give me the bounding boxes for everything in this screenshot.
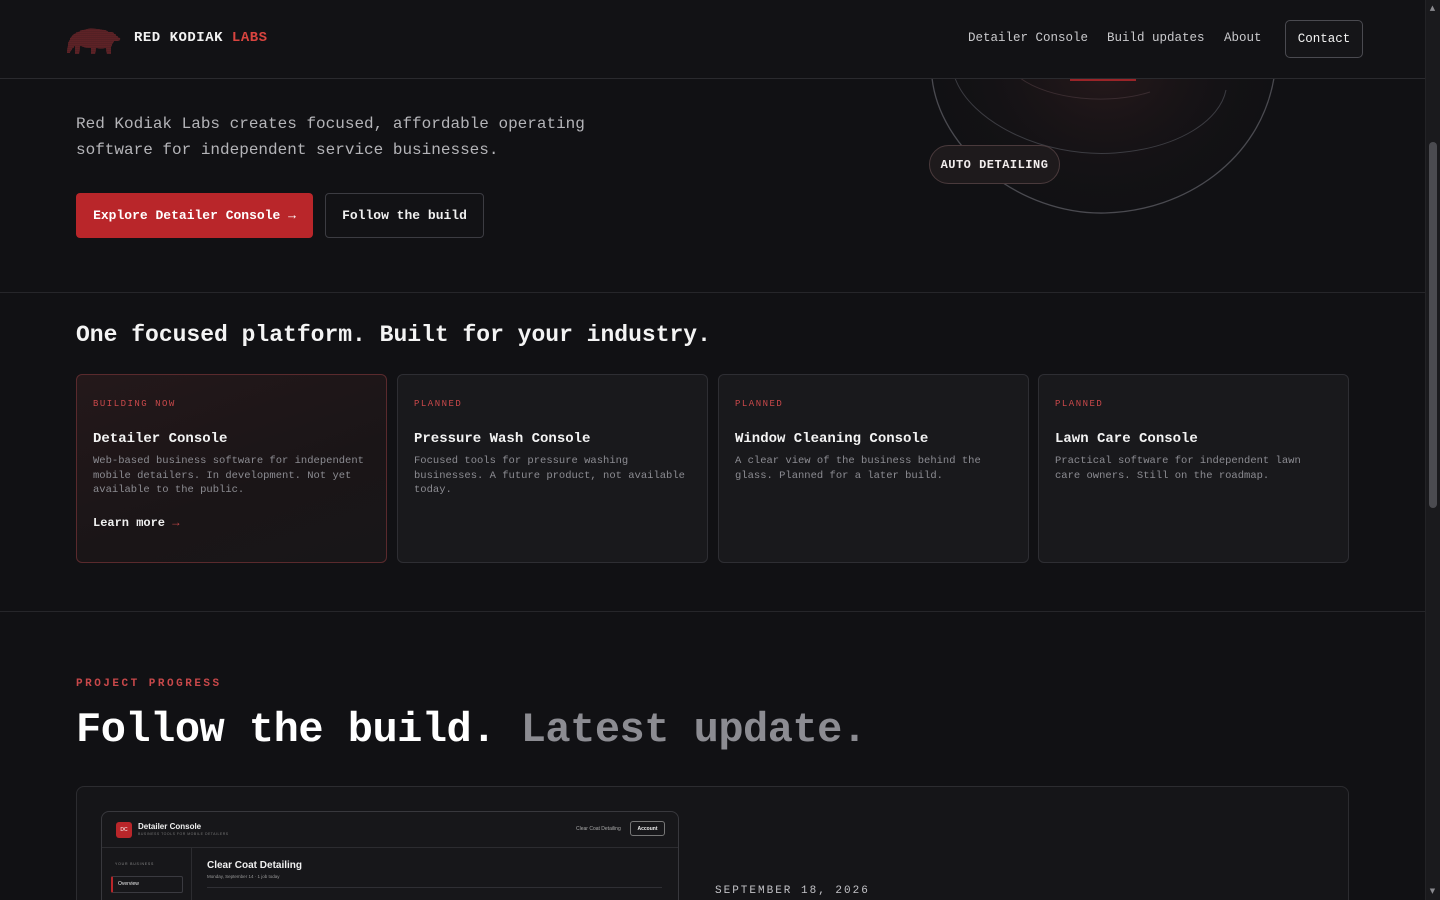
card-title: Lawn Care Console xyxy=(1055,431,1198,447)
preview-sidebar-overview: Overview xyxy=(111,876,183,893)
section-divider xyxy=(0,292,1425,293)
contact-button[interactable]: Contact xyxy=(1285,20,1363,58)
card-title: Pressure Wash Console xyxy=(414,431,591,447)
card-window-cleaning-console: PLANNED Window Cleaning Console A clear … xyxy=(718,374,1029,563)
nav-about[interactable]: About xyxy=(1224,31,1262,45)
heading-muted: Latest update. xyxy=(520,706,867,754)
card-lawn-care-console: PLANNED Lawn Care Console Practical soft… xyxy=(1038,374,1349,563)
brand-main: RED KODIAK xyxy=(134,30,224,46)
preview-app-logo: DC xyxy=(116,822,132,838)
card-status-tag: PLANNED xyxy=(1055,399,1104,409)
scroll-up-icon[interactable]: ▲ xyxy=(1426,2,1439,14)
card-description: Web-based business software for independ… xyxy=(93,455,364,496)
preview-sidebar-label: YOUR BUSINESS xyxy=(115,862,155,866)
brand-accent: LABS xyxy=(231,30,268,46)
preview-main-date: Monday, September 14 · 1 job today xyxy=(207,874,280,879)
preview-app-subtitle: BUSINESS TOOLS FOR MOBILE DETAILERS xyxy=(138,832,229,836)
card-status-tag: PLANNED xyxy=(735,399,784,409)
auto-detailing-pill: AUTO DETAILING xyxy=(929,145,1060,184)
hero-description: Red Kodiak Labs creates focused, afforda… xyxy=(76,111,636,163)
scroll-down-icon[interactable]: ▼ xyxy=(1426,885,1439,897)
learn-more-label: Learn more xyxy=(93,515,166,530)
preview-account-button: Account xyxy=(630,821,665,836)
follow-the-build-button[interactable]: Follow the build xyxy=(325,193,484,238)
brand-name[interactable]: RED KODIAK LABS xyxy=(134,30,268,46)
card-title: Detailer Console xyxy=(93,431,228,447)
section-divider xyxy=(0,611,1425,612)
page: RED KODIAK LABS Detailer Console Build u… xyxy=(0,0,1425,900)
scrollbar-thumb[interactable] xyxy=(1429,142,1437,508)
follow-the-build-heading: Follow the build. Latest update. xyxy=(76,706,867,754)
preview-main-title: Clear Coat Detailing xyxy=(207,860,303,871)
arrow-right-icon: → xyxy=(172,515,180,530)
card-title: Window Cleaning Console xyxy=(735,431,929,447)
preview-app-name: Detailer Console xyxy=(138,822,202,831)
card-detailer-console[interactable]: BUILDING NOW Detailer Console Web-based … xyxy=(76,374,387,563)
nav-build-updates[interactable]: Build updates xyxy=(1107,31,1205,45)
heading-main: Follow the build. xyxy=(76,706,496,754)
nav-detailer-console[interactable]: Detailer Console xyxy=(968,31,1088,45)
hero-line-1: Red Kodiak Labs creates focused, afforda… xyxy=(76,115,585,133)
hero-line-2: software for independent service busines… xyxy=(76,141,499,159)
card-description: Practical software for independent lawn … xyxy=(1055,455,1301,482)
card-description: A clear view of the business behind the … xyxy=(735,455,981,482)
update-date: SEPTEMBER 18, 2026 xyxy=(715,885,870,897)
card-status-tag: BUILDING NOW xyxy=(93,399,176,409)
preview-divider xyxy=(207,887,662,888)
site-header: RED KODIAK LABS Detailer Console Build u… xyxy=(0,0,1425,79)
detailer-console-screenshot: DC Detailer Console BUSINESS TOOLS FOR M… xyxy=(101,811,679,900)
preview-business-name: Clear Coat Detailing xyxy=(576,826,621,832)
card-pressure-wash-console: PLANNED Pressure Wash Console Focused to… xyxy=(397,374,708,563)
learn-more-link[interactable]: Learn more → xyxy=(93,516,370,530)
card-description: Focused tools for pressure washing busin… xyxy=(414,455,685,496)
card-status-tag: PLANNED xyxy=(414,399,463,409)
preview-sidebar: YOUR BUSINESS Overview xyxy=(102,848,192,900)
preview-topbar: DC Detailer Console BUSINESS TOOLS FOR M… xyxy=(102,812,678,848)
explore-detailer-console-button[interactable]: Explore Detailer Console → xyxy=(76,193,313,238)
project-progress-kicker: PROJECT PROGRESS xyxy=(76,678,222,690)
bear-logo-icon[interactable] xyxy=(66,24,122,56)
platform-section-title: One focused platform. Built for your ind… xyxy=(76,322,711,348)
